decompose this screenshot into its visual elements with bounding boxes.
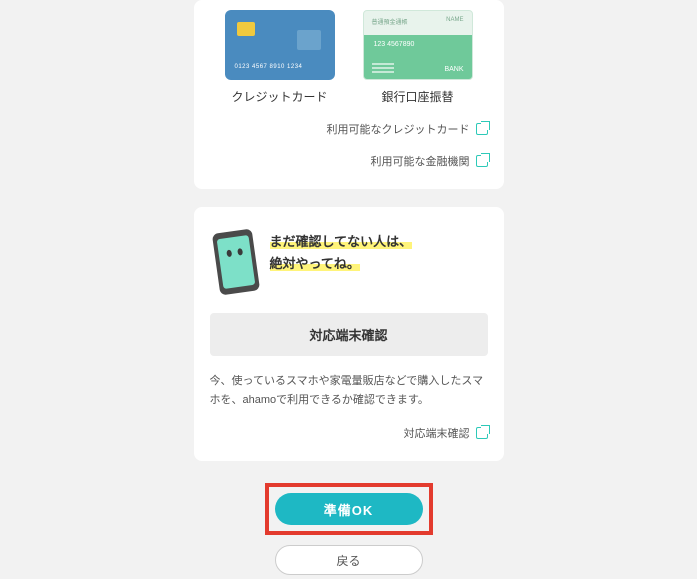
- credit-card-option[interactable]: 0123 4567 8910 1234 クレジットカード: [225, 10, 335, 105]
- external-link-icon: [476, 123, 488, 135]
- bankbook-icon: 普通預金通帳 NAME 123 4567890 BANK: [363, 10, 473, 80]
- device-check-description: 今、使っているスマホや家電量販店などで購入したスマホを、ahamoで利用できるか…: [210, 372, 488, 409]
- bank-transfer-label: 銀行口座振替: [381, 88, 453, 105]
- highlight-frame: 準備OK: [265, 483, 433, 535]
- back-button[interactable]: 戻る: [275, 545, 423, 575]
- credit-card-label: クレジットカード: [231, 88, 327, 105]
- external-link-icon: [476, 427, 488, 439]
- phone-character-icon: [211, 229, 259, 296]
- device-notice: まだ確認してない人は、 絶対やってね。: [210, 207, 488, 313]
- device-check-button[interactable]: 対応端末確認: [210, 313, 488, 356]
- payment-options: 0123 4567 8910 1234 クレジットカード 普通預金通帳 NAME…: [210, 0, 488, 105]
- ready-ok-button[interactable]: 準備OK: [275, 493, 423, 525]
- device-check-card: まだ確認してない人は、 絶対やってね。 対応端末確認 今、使っているスマホや家電…: [194, 207, 504, 461]
- available-banks-link[interactable]: 利用可能な金融機関: [210, 153, 488, 169]
- device-notice-text: まだ確認してない人は、 絶対やってね。: [270, 231, 482, 275]
- bottom-actions: 準備OK 戻る: [194, 479, 504, 579]
- external-link-icon: [476, 155, 488, 167]
- device-check-link[interactable]: 対応端末確認: [210, 425, 488, 441]
- page-content: 0123 4567 8910 1234 クレジットカード 普通預金通帳 NAME…: [194, 0, 504, 577]
- payment-method-card: 0123 4567 8910 1234 クレジットカード 普通預金通帳 NAME…: [194, 0, 504, 189]
- credit-card-icon: 0123 4567 8910 1234: [225, 10, 335, 80]
- bank-transfer-option[interactable]: 普通預金通帳 NAME 123 4567890 BANK 銀行口座振替: [363, 10, 473, 105]
- available-credit-cards-link[interactable]: 利用可能なクレジットカード: [210, 121, 488, 137]
